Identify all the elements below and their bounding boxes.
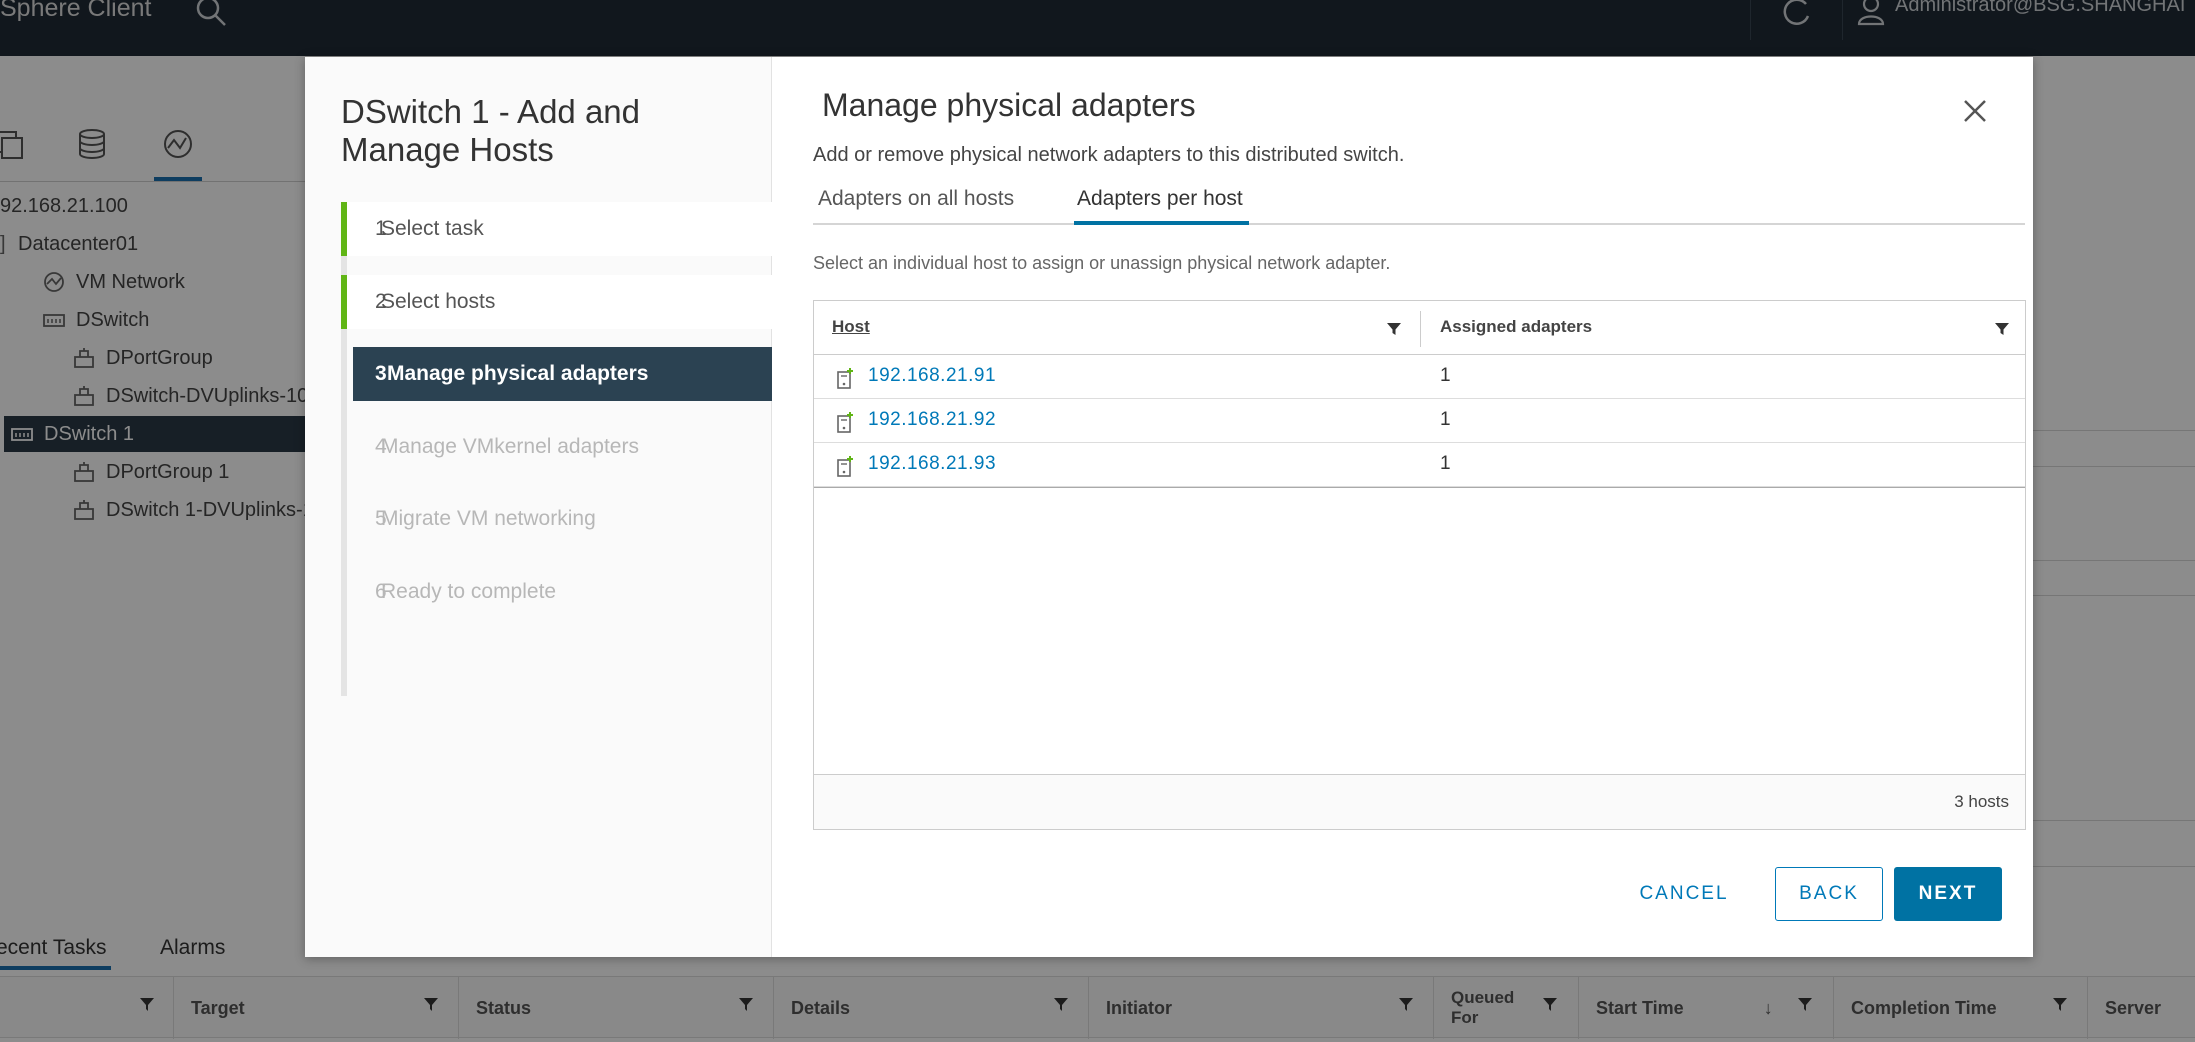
wizard-step-1[interactable]: 1 Select task bbox=[341, 202, 772, 256]
datagrid-header: Host Assigned adapters bbox=[814, 301, 2025, 355]
cancel-button[interactable]: CANCEL bbox=[1636, 867, 1732, 921]
host-link[interactable]: 192.168.21.92 bbox=[868, 409, 996, 431]
host-link[interactable]: 192.168.21.93 bbox=[868, 453, 996, 475]
tab-adapters-on-all-hosts[interactable]: Adapters on all hosts bbox=[818, 187, 1014, 211]
tab-adapters-per-host[interactable]: Adapters per host bbox=[1074, 187, 1249, 225]
wizard-step-4: 4 Manage VMkernel adapters bbox=[341, 420, 772, 474]
wizard-step-5: 5 Migrate VM networking bbox=[341, 492, 772, 546]
wizard-title: DSwitch 1 - Add and Manage Hosts bbox=[341, 93, 640, 168]
step-label: Ready to complete bbox=[381, 580, 557, 603]
assigned-count: 1 bbox=[1440, 409, 1451, 430]
wizard-content: Manage physical adapters Add or remove p… bbox=[772, 57, 2033, 957]
next-button[interactable]: NEXT bbox=[1894, 867, 2002, 921]
host-filter-icon[interactable] bbox=[1386, 321, 1402, 337]
helper-text: Select an individual host to assign or u… bbox=[813, 253, 1391, 273]
step-label: Select hosts bbox=[381, 290, 496, 313]
host-icon bbox=[837, 456, 853, 477]
step-label: Manage VMkernel adapters bbox=[381, 435, 639, 458]
assigned-count: 1 bbox=[1440, 365, 1451, 386]
table-row[interactable]: 192.168.21.91 1 bbox=[814, 355, 2025, 399]
close-icon[interactable] bbox=[1959, 95, 1991, 127]
page-subtitle: Add or remove physical network adapters … bbox=[813, 144, 1405, 166]
back-button[interactable]: BACK bbox=[1775, 867, 1883, 921]
host-icon bbox=[837, 412, 853, 433]
wizard-step-6: 6 Ready to complete bbox=[341, 565, 772, 619]
hosts-datagrid: Host Assigned adapters 192.168.21.91 1 192… bbox=[813, 300, 2026, 830]
step-number: 5 bbox=[375, 507, 387, 530]
step-number: 6 bbox=[375, 580, 387, 603]
wizard-step-3[interactable]: 3 Manage physical adapters bbox=[353, 347, 772, 401]
adapter-tabs: Adapters on all hosts Adapters per host bbox=[813, 183, 2025, 225]
step-label: Migrate VM networking bbox=[381, 507, 596, 530]
datagrid-footer: 3 hosts bbox=[814, 774, 2025, 829]
column-separator bbox=[1420, 311, 1421, 347]
assigned-filter-icon[interactable] bbox=[1994, 321, 2010, 337]
assigned-count: 1 bbox=[1440, 453, 1451, 474]
step-number: 3 bbox=[375, 362, 387, 385]
wizard-step-2[interactable]: 2 Select hosts bbox=[341, 275, 772, 329]
table-row[interactable]: 192.168.21.92 1 bbox=[814, 399, 2025, 443]
page-title: Manage physical adapters bbox=[822, 87, 1196, 123]
table-row[interactable]: 192.168.21.93 1 bbox=[814, 443, 2025, 487]
column-assigned-adapters[interactable]: Assigned adapters bbox=[1440, 317, 1592, 337]
host-link[interactable]: 192.168.21.91 bbox=[868, 365, 996, 387]
wizard-sidebar: DSwitch 1 - Add and Manage Hosts 1 Select… bbox=[305, 57, 772, 957]
wizard-dialog: DSwitch 1 - Add and Manage Hosts 1 Select… bbox=[305, 57, 2033, 957]
step-number: 2 bbox=[375, 290, 387, 313]
step-label: Manage physical adapters bbox=[387, 362, 649, 385]
step-number: 4 bbox=[375, 435, 387, 458]
column-host[interactable]: Host bbox=[832, 317, 870, 337]
host-count: 3 hosts bbox=[1954, 792, 2009, 811]
host-icon bbox=[837, 368, 853, 389]
step-label: Select task bbox=[381, 217, 484, 240]
rows-end-divider bbox=[814, 487, 2025, 488]
step-number: 1 bbox=[375, 217, 387, 240]
